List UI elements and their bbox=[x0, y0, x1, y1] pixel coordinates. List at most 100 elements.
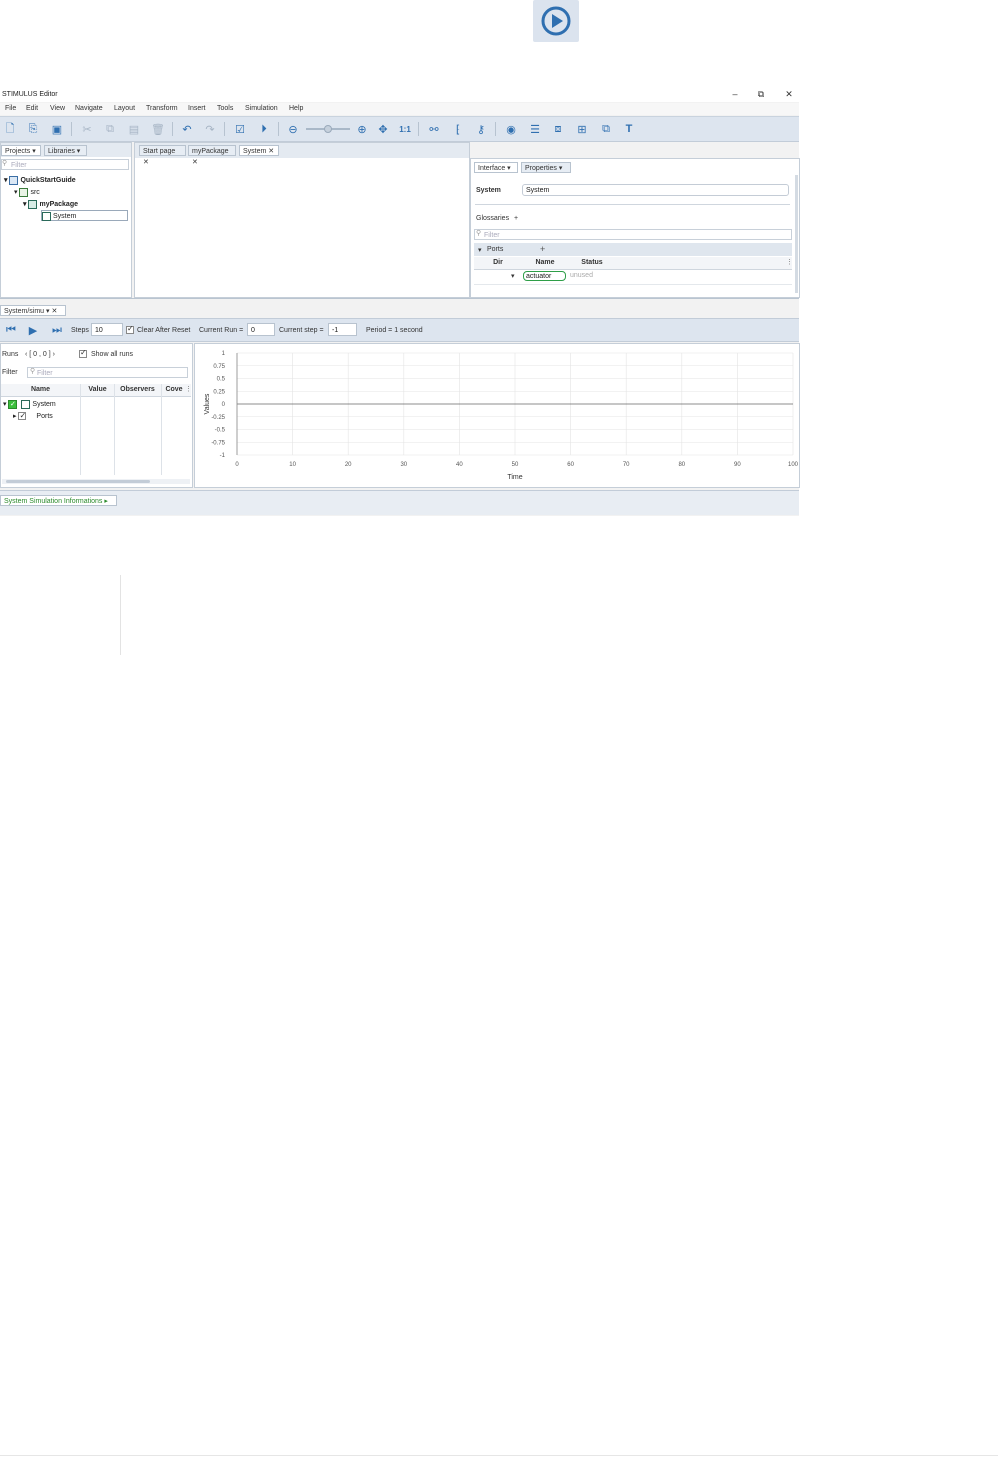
col-value[interactable]: Value bbox=[81, 386, 114, 393]
tree-item-mypackage[interactable]: ▾ myPackage bbox=[23, 199, 78, 210]
port-name-field[interactable]: actuator bbox=[523, 271, 566, 281]
tab-properties[interactable]: Properties ▾ bbox=[521, 162, 571, 173]
splitter[interactable] bbox=[0, 298, 799, 299]
col-name[interactable]: Name bbox=[1, 386, 80, 393]
menu-tools[interactable]: Tools bbox=[217, 105, 233, 112]
zoom-in-icon[interactable]: ⊕ bbox=[354, 121, 370, 137]
port-direction-icon[interactable]: ▾ bbox=[511, 272, 515, 280]
maximize-button[interactable]: ⧉ bbox=[755, 89, 767, 100]
tab-system-simulation[interactable]: System/simu ▾ ✕ bbox=[0, 305, 66, 316]
tab-start-page[interactable]: Start page ✕ bbox=[139, 145, 186, 166]
menu-layout[interactable]: Layout bbox=[114, 105, 135, 112]
ports-filter-input[interactable]: Filter bbox=[474, 229, 792, 240]
new-file-icon[interactable]: 🗋 bbox=[2, 121, 18, 137]
main-toolbar: 🗋 ⎘ ▣ ✂ ⧉ ▤ 🗑 ↶ ↷ ☑ ⏵ ⊖ ⊕ ✥ 1:1 ⚯ ⁅ ⚷ ◉ … bbox=[0, 116, 799, 142]
zoom-slider-handle[interactable] bbox=[324, 125, 332, 133]
reset-simulation-icon[interactable]: ⏮ bbox=[3, 322, 19, 338]
layout-icon[interactable]: ⊞ bbox=[574, 121, 590, 137]
play-circle-icon[interactable]: ⏵ bbox=[256, 121, 272, 137]
scrollbar-thumb[interactable] bbox=[6, 480, 150, 483]
brackets-icon[interactable]: ⁅ bbox=[450, 121, 466, 137]
menu-view[interactable]: View bbox=[50, 105, 65, 112]
menu-simulation[interactable]: Simulation bbox=[245, 105, 278, 112]
menu-insert[interactable]: Insert bbox=[188, 105, 206, 112]
variable-row-system[interactable]: ▾ ✓ System bbox=[3, 399, 56, 410]
diagram-editor-panel[interactable]: Start page ✕ myPackage ✕ System ✕ bbox=[134, 142, 470, 298]
delete-icon[interactable]: 🗑 bbox=[150, 121, 166, 137]
period-label: Period = 1 second bbox=[366, 327, 423, 334]
link-icon[interactable]: ⚯ bbox=[426, 121, 442, 137]
tree-item-quickstartguide[interactable]: ▾ QuickStartGuide bbox=[4, 175, 76, 186]
col-observers[interactable]: Observers bbox=[114, 386, 161, 393]
menu-edit[interactable]: Edit bbox=[26, 105, 38, 112]
close-window-button[interactable]: ✕ bbox=[783, 89, 795, 100]
col-status[interactable]: Status bbox=[568, 259, 616, 266]
column-menu-icon[interactable]: ⋮ bbox=[786, 258, 793, 266]
fit-to-window-icon[interactable]: ✥ bbox=[375, 121, 391, 137]
eye-icon[interactable]: ◉ bbox=[503, 121, 519, 137]
tab-libraries[interactable]: Libraries ▾ bbox=[44, 145, 87, 156]
system-name-field[interactable]: System bbox=[522, 184, 789, 196]
x-tick-label: 100 bbox=[788, 462, 799, 468]
zoom-reset-button[interactable]: 1:1 bbox=[397, 121, 413, 137]
copy-icon[interactable]: ⧉ bbox=[102, 121, 118, 137]
column-menu-icon[interactable]: ⋮ bbox=[185, 385, 192, 393]
ports-checkbox[interactable] bbox=[18, 410, 27, 421]
runs-range[interactable]: ‹ [ 0 , 0 ] › bbox=[25, 351, 55, 358]
component-icon[interactable]: ⧈ bbox=[550, 121, 566, 137]
key-icon[interactable]: ⚷ bbox=[473, 121, 489, 137]
cut-icon[interactable]: ✂ bbox=[79, 121, 95, 137]
check-icon[interactable]: ☑ bbox=[232, 121, 248, 137]
x-tick-label: 50 bbox=[512, 462, 519, 468]
redo-icon[interactable]: ↷ bbox=[202, 121, 218, 137]
current-step-value[interactable]: -1 bbox=[332, 327, 338, 334]
text-icon[interactable]: T bbox=[621, 121, 637, 137]
fast-forward-icon[interactable]: ⏭ bbox=[49, 322, 65, 338]
menu-transform[interactable]: Transform bbox=[146, 105, 178, 112]
expand-arrow-icon: ▾ bbox=[3, 401, 7, 408]
layers-icon[interactable]: ⧉ bbox=[598, 121, 614, 137]
clear-after-reset-checkbox[interactable] bbox=[126, 324, 134, 334]
undo-icon[interactable]: ↶ bbox=[179, 121, 195, 137]
tree-item-src[interactable]: ▾ src bbox=[14, 187, 40, 198]
add-port-button[interactable]: + bbox=[540, 244, 545, 254]
current-step-spinner[interactable]: -1 bbox=[328, 323, 357, 336]
paste-icon[interactable]: ▤ bbox=[126, 121, 142, 137]
list-icon[interactable]: ☰ bbox=[527, 121, 543, 137]
current-run-value[interactable]: 0 bbox=[251, 327, 255, 334]
checked-green-checkbox[interactable]: ✓ bbox=[8, 399, 18, 409]
minimize-button[interactable]: – bbox=[729, 89, 741, 99]
menu-file[interactable]: File bbox=[5, 105, 16, 112]
col-dir[interactable]: Dir bbox=[474, 259, 522, 266]
steps-spinner[interactable]: 10 bbox=[91, 323, 123, 336]
variables-filter-input[interactable]: Filter bbox=[27, 367, 188, 378]
col-name[interactable]: Name bbox=[522, 259, 568, 266]
current-run-spinner[interactable]: 0 bbox=[247, 323, 275, 336]
menu-navigate[interactable]: Navigate bbox=[75, 105, 103, 112]
tab-projects[interactable]: Projects ▾ bbox=[1, 145, 41, 156]
tree-item-system[interactable]: System bbox=[41, 210, 128, 221]
tab-system-simulation-informations[interactable]: System Simulation Informations ▸ bbox=[0, 495, 117, 506]
line-chart[interactable]: 0 10 20 30 40 50 60 70 80 90 100 1 0.75 0.5 0.25 0 -0.25… bbox=[195, 344, 799, 487]
add-glossary-button[interactable]: + bbox=[514, 215, 518, 222]
horizontal-scrollbar[interactable] bbox=[2, 479, 190, 484]
open-icon[interactable]: ⎘ bbox=[25, 121, 41, 137]
tab-interface[interactable]: Interface ▾ bbox=[474, 162, 518, 173]
toolbar-separator bbox=[418, 122, 419, 136]
steps-value[interactable]: 10 bbox=[95, 327, 103, 334]
tab-system[interactable]: System ✕ bbox=[239, 145, 279, 156]
show-all-runs-checkbox[interactable] bbox=[79, 348, 87, 358]
col-coverage[interactable]: Cove bbox=[164, 386, 184, 393]
zoom-out-icon[interactable]: ⊖ bbox=[285, 121, 301, 137]
save-icon[interactable]: ▣ bbox=[49, 121, 65, 137]
ports-group-header[interactable]: ▾ Ports + bbox=[474, 243, 792, 256]
tab-mypackage[interactable]: myPackage ✕ bbox=[188, 145, 236, 166]
vertical-scrollbar[interactable] bbox=[795, 175, 798, 293]
stimulus-editor-window: STIMULUS Editor – ⧉ ✕ File Edit View Nav… bbox=[0, 88, 800, 516]
project-filter-input[interactable]: Filter bbox=[1, 159, 129, 170]
play-icon[interactable]: ▶ bbox=[25, 322, 41, 338]
variable-row-ports[interactable]: ▸ Ports bbox=[13, 410, 53, 422]
port-row[interactable]: ▾ actuator unused bbox=[474, 270, 792, 285]
collapse-arrow-icon: ▾ bbox=[478, 247, 482, 254]
menu-help[interactable]: Help bbox=[289, 105, 303, 112]
